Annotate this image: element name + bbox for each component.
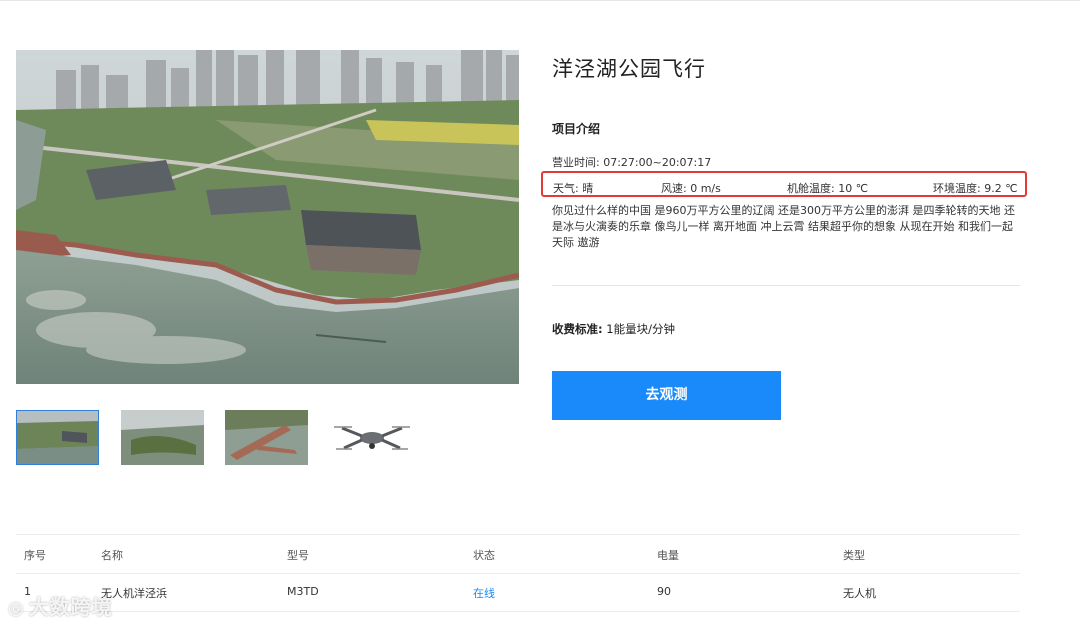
hours-value: 07:27:00~20:07:17 — [603, 156, 712, 169]
table-header: 序号 名称 型号 状态 电量 类型 — [16, 534, 1020, 574]
wind-label: 风速: — [661, 182, 687, 195]
wind-value: 0 m/s — [690, 182, 721, 195]
header-type: 类型 — [843, 549, 865, 562]
header-name: 名称 — [101, 549, 123, 562]
row-battery: 90 — [657, 585, 671, 598]
row-type: 无人机 — [843, 587, 876, 600]
thumbnail-pier[interactable] — [225, 410, 308, 465]
cabin-value: 10 ℃ — [838, 182, 869, 195]
env-value: 9.2 ℃ — [984, 182, 1018, 195]
observe-button[interactable]: 去观测 — [552, 371, 781, 420]
hours-label: 营业时间: — [552, 156, 600, 169]
table-row[interactable]: 1 无人机洋泾浜 M3TD 在线 90 无人机 — [16, 573, 1020, 612]
fee-label: 收费标准: — [552, 322, 603, 336]
environment-temperature: 环境温度: 9.2 ℃ — [933, 180, 1018, 196]
main-photo — [16, 50, 519, 384]
cabin-label: 机舱温度: — [787, 182, 835, 195]
cabin-temperature: 机舱温度: 10 ℃ — [787, 180, 868, 196]
header-battery: 电量 — [657, 549, 679, 562]
top-divider — [0, 0, 1080, 1]
wind-speed: 风速: 0 m/s — [661, 180, 721, 196]
header-status: 状态 — [473, 549, 495, 562]
watermark-text: 大数跨境 — [28, 595, 113, 619]
weather-condition: 天气: 晴 — [553, 180, 593, 196]
page-title: 洋泾湖公园飞行 — [552, 57, 706, 81]
weather-value: 晴 — [582, 182, 594, 195]
thumbnail-park[interactable] — [16, 410, 99, 465]
weibo-like-icon: ◎ — [8, 598, 25, 619]
weather-label: 天气: — [553, 182, 579, 195]
section-divider — [552, 285, 1020, 286]
header-index: 序号 — [24, 549, 46, 562]
fee-value: 1能量块/分钟 — [606, 322, 675, 336]
thumbnail-island[interactable] — [121, 410, 204, 465]
row-model: M3TD — [287, 585, 319, 598]
section-title: 项目介绍 — [552, 122, 601, 136]
thumbnail-drone[interactable] — [330, 410, 413, 465]
fee-standard: 收费标准: 1能量块/分钟 — [552, 321, 675, 337]
project-description: 你见过什么样的中国 是960万平方公里的辽阔 还是300万平方公里的澎湃 是四季… — [552, 204, 1015, 249]
weather-panel: 天气: 晴 风速: 0 m/s 机舱温度: 10 ℃ 环境温度: 9.2 ℃ — [541, 171, 1027, 197]
business-hours: 营业时间: 07:27:00~20:07:17 — [552, 154, 711, 170]
env-label: 环境温度: — [933, 182, 981, 195]
row-status: 在线 — [473, 587, 495, 600]
header-model: 型号 — [287, 549, 309, 562]
watermark: ◎ 大数跨境 — [8, 591, 113, 620]
